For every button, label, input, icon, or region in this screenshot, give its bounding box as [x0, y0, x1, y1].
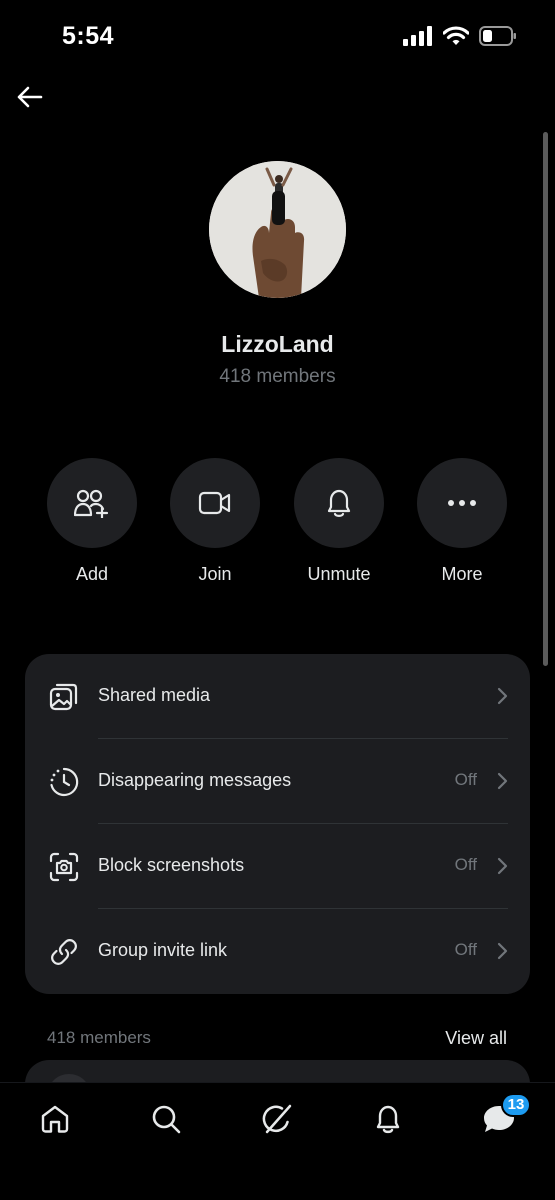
- chevron-right-icon: [497, 942, 508, 960]
- shared-media-row[interactable]: Shared media: [25, 654, 530, 739]
- image-stack-icon: [47, 680, 81, 714]
- group-invite-link-value: Off: [454, 940, 477, 959]
- cellular-signal-icon: [403, 26, 432, 46]
- member-count: 418 members: [219, 366, 336, 387]
- home-icon: [41, 1105, 69, 1133]
- nav-notifications[interactable]: [368, 1099, 408, 1139]
- more-circle[interactable]: [417, 458, 507, 548]
- more-button[interactable]: More: [407, 458, 517, 585]
- camera-frame-icon: [47, 850, 81, 884]
- notifications-icon: [376, 1105, 400, 1134]
- nav-search[interactable]: [146, 1099, 186, 1139]
- video-camera-icon: [198, 491, 231, 515]
- chevron-right-icon: [497, 687, 508, 705]
- unmute-button[interactable]: Unmute: [284, 458, 394, 585]
- disappearing-messages-label: Disappearing messages: [98, 770, 292, 790]
- unmute-label: Unmute: [307, 564, 371, 584]
- timer-icon: [47, 765, 81, 799]
- group-info-screen: 5:54 LizzoLand 418 members Add Join Unmu…: [0, 0, 555, 1200]
- chevron-right-icon: [497, 772, 508, 790]
- grok-icon: [262, 1104, 292, 1134]
- disappearing-messages-row[interactable]: Disappearing messages Off: [25, 739, 530, 824]
- back-button[interactable]: [12, 80, 46, 114]
- group-settings-card: Shared media Disappearing messages Off B…: [25, 654, 530, 994]
- bottom-navigation: [0, 1082, 555, 1200]
- disappearing-messages-value: Off: [454, 770, 477, 789]
- back-arrow-icon: [17, 86, 43, 108]
- link-icon: [47, 935, 81, 969]
- join-button[interactable]: Join: [160, 458, 270, 585]
- scrollbar[interactable]: [543, 132, 548, 666]
- join-circle[interactable]: [170, 458, 260, 548]
- battery-icon: [479, 26, 516, 46]
- add-circle[interactable]: [47, 458, 137, 548]
- shared-media-label: Shared media: [98, 685, 211, 705]
- add-button[interactable]: Add: [37, 458, 147, 585]
- group-name: LizzoLand: [221, 331, 334, 357]
- view-all-link[interactable]: View all: [445, 1028, 507, 1049]
- more-label: More: [441, 564, 483, 584]
- group-invite-link-row[interactable]: Group invite link Off: [25, 909, 530, 994]
- members-header: 418 members: [47, 1028, 151, 1047]
- nav-home[interactable]: [35, 1099, 75, 1139]
- more-dots-icon: [448, 500, 476, 506]
- avatar-image: [209, 161, 346, 298]
- chevron-right-icon: [497, 857, 508, 875]
- nav-grok[interactable]: [257, 1099, 297, 1139]
- add-label: Add: [75, 564, 109, 584]
- status-icons: [403, 26, 517, 46]
- status-time: 5:54: [62, 22, 115, 50]
- wifi-icon: [443, 26, 469, 45]
- block-screenshots-label: Block screenshots: [98, 855, 245, 875]
- block-screenshots-value: Off: [454, 855, 477, 874]
- messages-badge: 13: [501, 1093, 531, 1117]
- block-screenshots-row[interactable]: Block screenshots Off: [25, 824, 530, 909]
- unmute-circle[interactable]: [294, 458, 384, 548]
- add-people-icon: [74, 489, 109, 518]
- bell-icon: [327, 489, 351, 517]
- group-avatar[interactable]: [209, 161, 346, 298]
- join-label: Join: [198, 564, 232, 584]
- search-icon: [152, 1105, 181, 1134]
- group-invite-link-label: Group invite link: [98, 940, 228, 960]
